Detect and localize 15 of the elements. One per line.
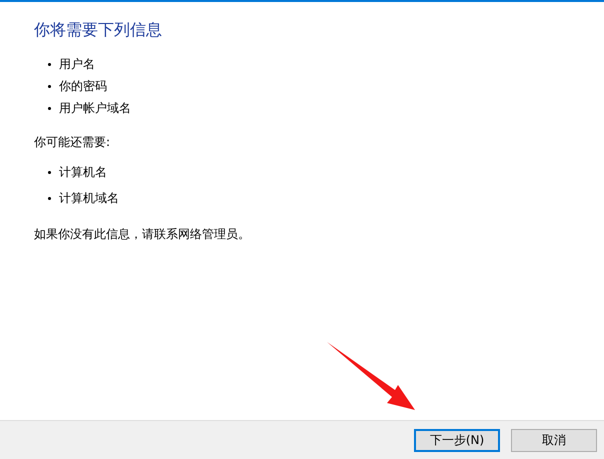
list-item: 计算机名 [59,164,107,182]
list-item: 用户名 [59,56,95,74]
list-item: 你的密码 [59,78,107,96]
note-text: 如果你没有此信息，请联系网络管理员。 [34,226,251,244]
bullet-icon [48,62,51,66]
bullet-icon [48,196,51,200]
next-button[interactable]: 下一步(N) [414,428,500,452]
bullet-icon [48,170,51,174]
heading: 你将需要下列信息 [34,20,163,40]
bullet-icon [48,84,51,88]
label: 你可能还需要: [34,134,112,152]
bullet-icon [48,106,51,110]
list-item: 计算机域名 [59,190,119,208]
list-item: 用户帐户域名 [59,100,131,118]
cancel-button[interactable]: 取消 [511,428,597,452]
